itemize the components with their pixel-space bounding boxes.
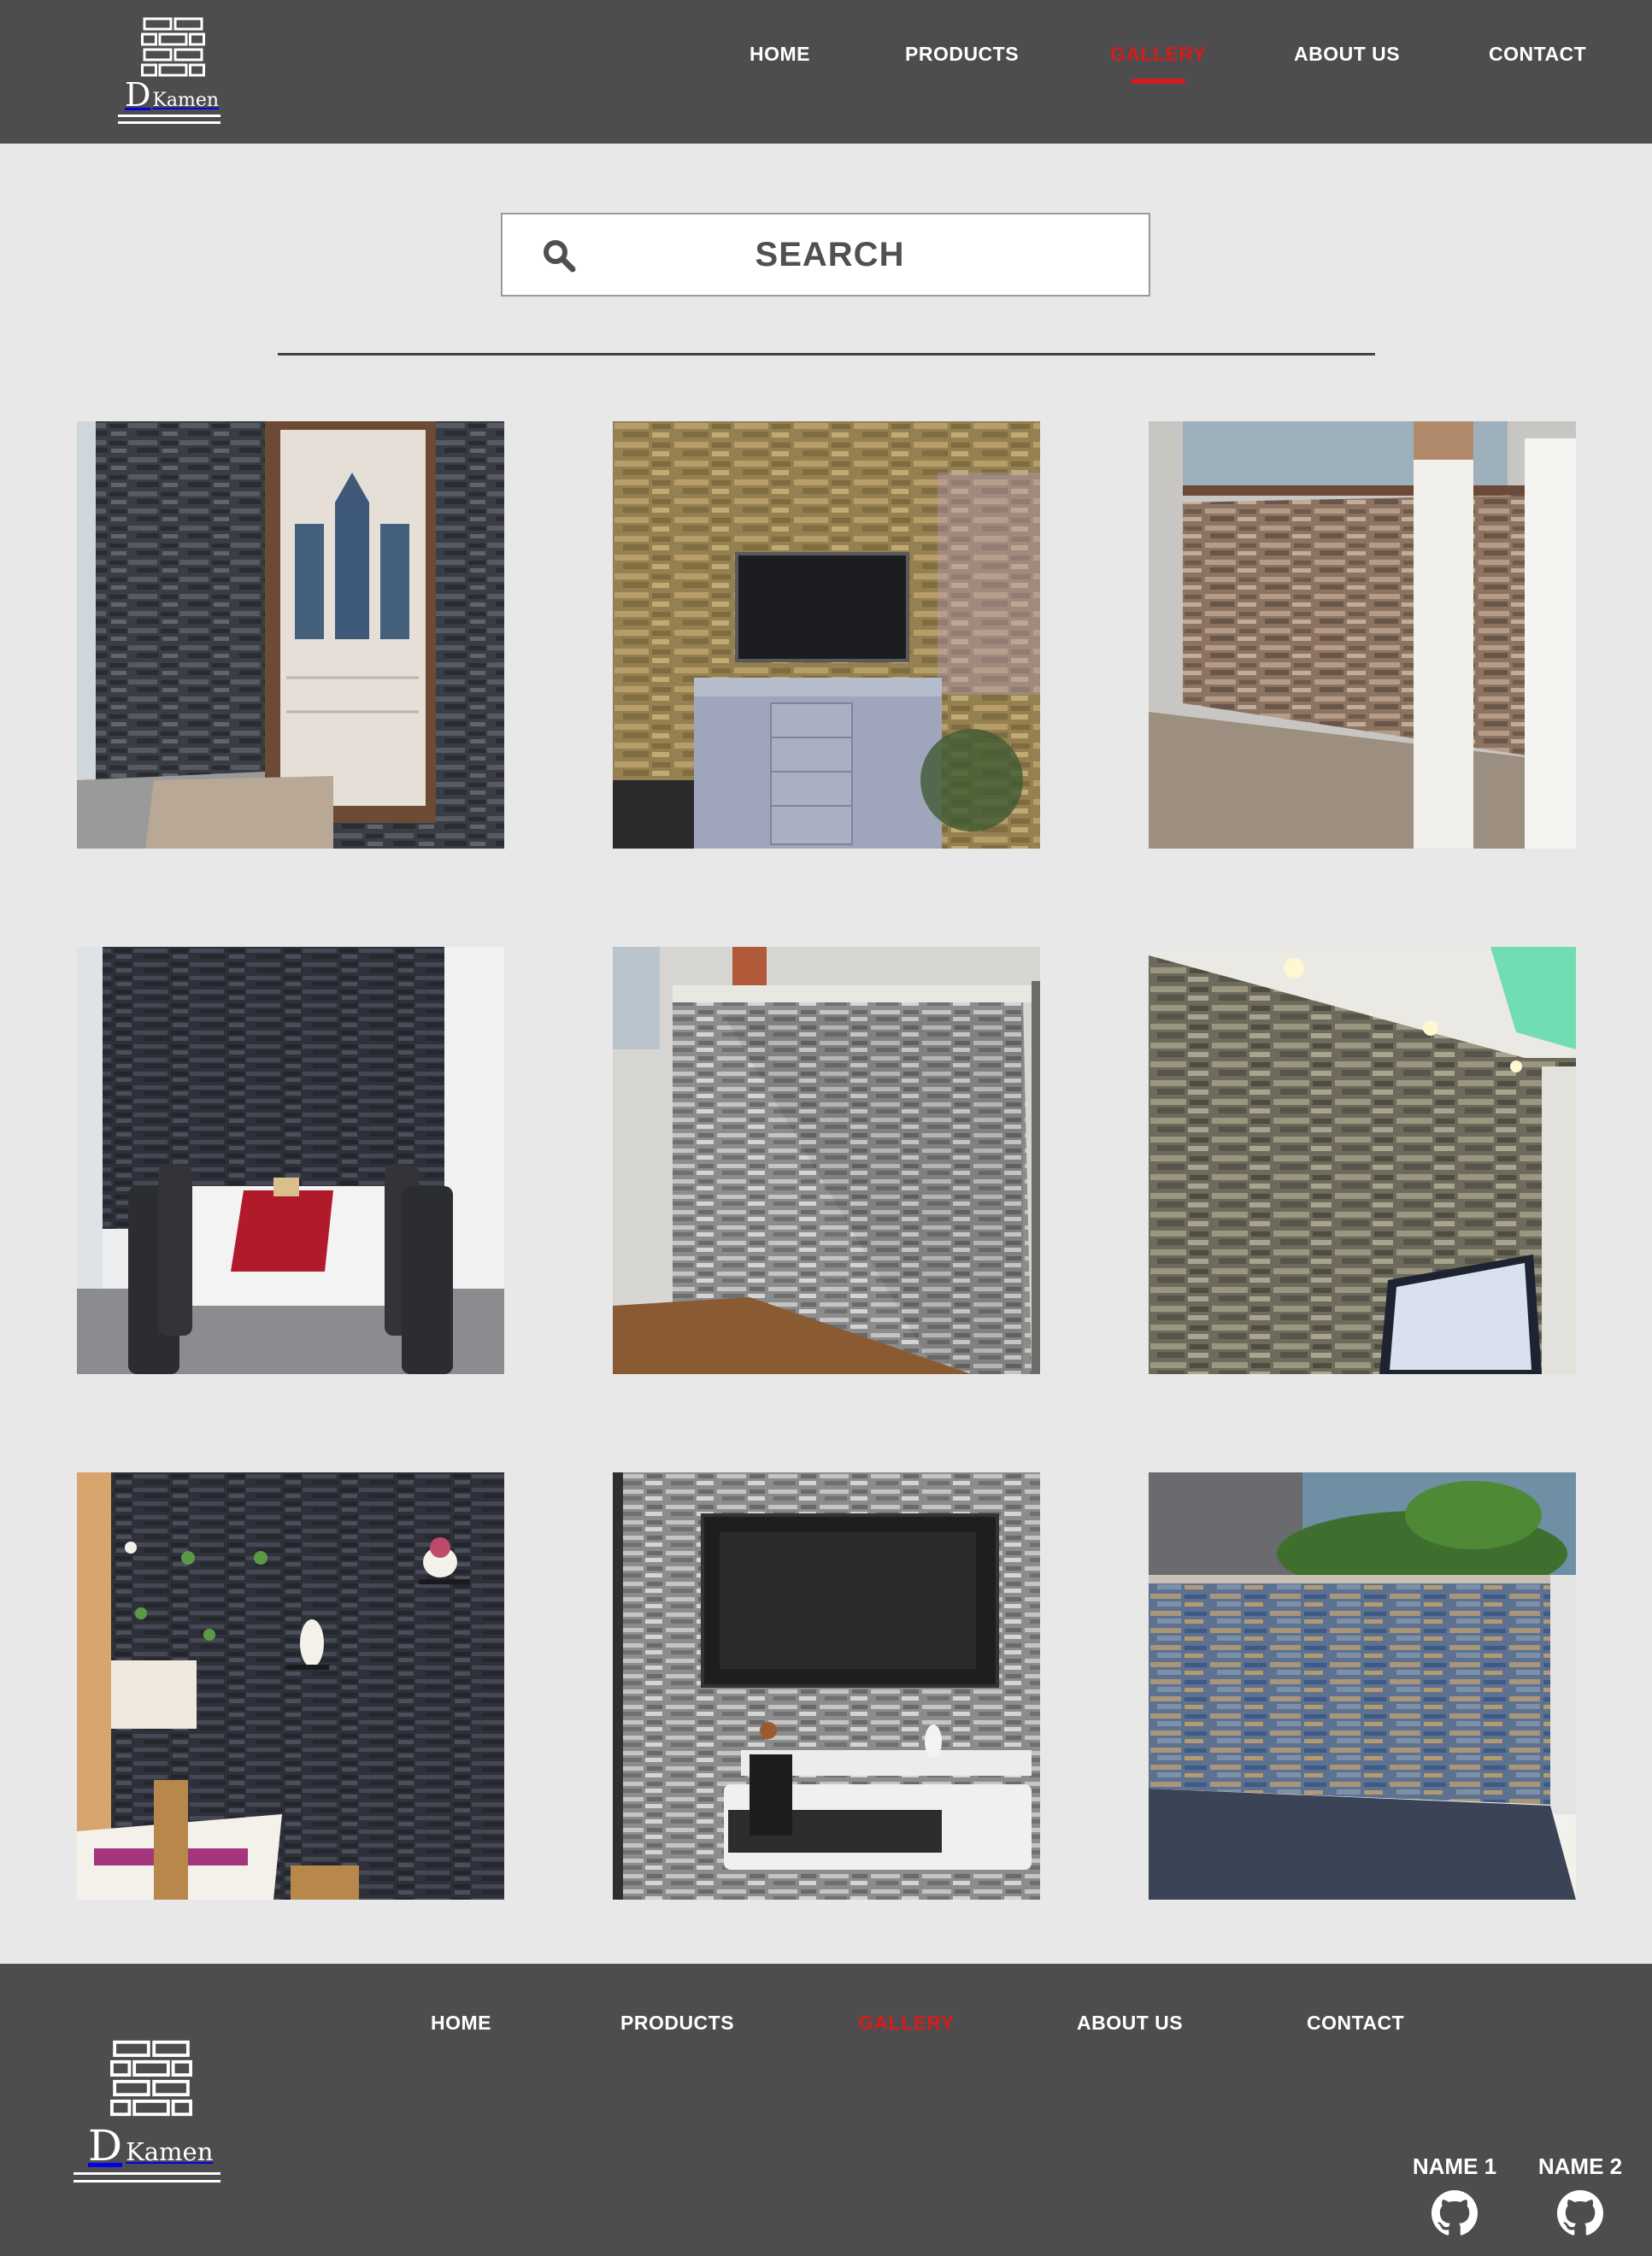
gallery-image-7[interactable] — [77, 1472, 504, 1900]
logo-rule — [73, 2172, 220, 2175]
logo-rule — [73, 2180, 220, 2183]
site-footer: D Kamen HOME PRODUCTS GALLERY ABOUT US C… — [0, 1964, 1652, 2256]
logo-rule — [118, 115, 220, 117]
nav-item-home[interactable]: HOME — [750, 43, 810, 66]
nav-item-contact[interactable]: CONTACT — [1489, 43, 1586, 66]
logo-wordmark: D Kamen — [88, 2124, 224, 2167]
gallery-photo — [613, 421, 1040, 849]
footer-nav-item-products[interactable]: PRODUCTS — [620, 2012, 734, 2035]
nav-item-gallery[interactable]: GALLERY — [1110, 43, 1207, 84]
gallery-image-3[interactable] — [1149, 421, 1576, 849]
site-header: D Kamen HOME PRODUCTS GALLERY ABOUT US C… — [0, 0, 1652, 144]
search-bar[interactable]: SEARCH — [501, 213, 1150, 297]
logo-text: Kamen — [126, 2137, 214, 2166]
nav-item-about-us[interactable]: ABOUT US — [1294, 43, 1400, 66]
footer-nav-item-contact[interactable]: CONTACT — [1307, 2012, 1404, 2035]
gallery-photo — [77, 421, 504, 849]
site-logo[interactable]: D Kamen — [118, 17, 222, 133]
gallery-image-5[interactable] — [613, 947, 1040, 1374]
logo-rule — [118, 121, 220, 124]
logo-wordmark: D Kamen — [125, 79, 222, 111]
gallery-photo — [77, 947, 504, 1374]
github-icon[interactable] — [1557, 2190, 1603, 2236]
gallery-photo — [1149, 947, 1576, 1374]
credit-name: NAME 2 — [1537, 2153, 1623, 2179]
bricks-logo-icon — [110, 2039, 192, 2118]
gallery-image-4[interactable] — [77, 947, 504, 1374]
nav-item-products[interactable]: PRODUCTS — [905, 43, 1019, 66]
bricks-logo-icon — [141, 17, 205, 77]
gallery-photo — [613, 947, 1040, 1374]
search-label: SEARCH — [755, 236, 905, 273]
footer-nav-item-gallery[interactable]: GALLERY — [858, 2012, 955, 2035]
section-divider — [278, 353, 1375, 355]
footer-logo[interactable]: D Kamen — [73, 2039, 224, 2193]
gallery-photo — [1149, 421, 1576, 849]
gallery-photo — [613, 1472, 1040, 1900]
gallery-image-8[interactable] — [613, 1472, 1040, 1900]
credit-name: NAME 1 — [1412, 2153, 1497, 2179]
footer-nav-item-about-us[interactable]: ABOUT US — [1077, 2012, 1183, 2035]
logo-letter: D — [125, 76, 151, 114]
credit-name-2: NAME 2 — [1533, 2153, 1627, 2236]
github-icon[interactable] — [1432, 2190, 1478, 2236]
gallery-image-6[interactable] — [1149, 947, 1576, 1374]
gallery-photo — [1149, 1472, 1576, 1900]
nav-item-label: GALLERY — [1110, 43, 1207, 65]
gallery-photo — [77, 1472, 504, 1900]
active-nav-underline — [1131, 79, 1186, 84]
gallery-image-2[interactable] — [613, 421, 1040, 849]
gallery-image-1[interactable] — [77, 421, 504, 849]
logo-letter: D — [88, 2121, 123, 2171]
gallery-image-9[interactable] — [1149, 1472, 1576, 1900]
credit-name-1: NAME 1 — [1408, 2153, 1502, 2236]
logo-text: Kamen — [152, 90, 220, 111]
footer-nav-item-home[interactable]: HOME — [431, 2012, 491, 2035]
